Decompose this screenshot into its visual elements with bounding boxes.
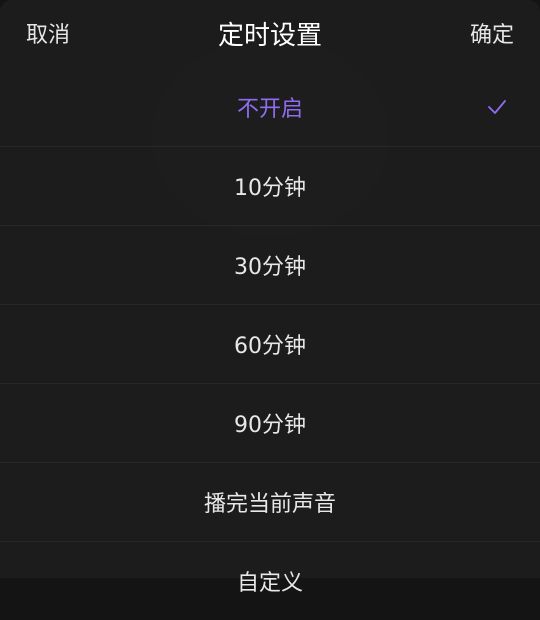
check-icon bbox=[488, 100, 506, 114]
option-custom[interactable]: 自定义 bbox=[0, 542, 540, 620]
confirm-button[interactable]: 确定 bbox=[470, 20, 514, 52]
option-label: 90分钟 bbox=[234, 413, 306, 438]
option-label: 自定义 bbox=[236, 571, 303, 596]
option-label: 不开启 bbox=[236, 97, 303, 122]
option-10-min[interactable]: 10分钟 bbox=[0, 147, 540, 226]
timer-options-list: 不开启 10分钟 30分钟 60分钟 90分钟 播完当前声音 自定义 bbox=[0, 68, 540, 620]
timer-settings-sheet: 取消 定时设置 确定 不开启 10分钟 30分钟 60分钟 90分钟 播完当前声… bbox=[0, 0, 540, 596]
sheet-title: 定时设置 bbox=[217, 21, 322, 51]
option-label: 播完当前声音 bbox=[203, 492, 336, 517]
option-label: 10分钟 bbox=[234, 176, 306, 201]
option-label: 60分钟 bbox=[234, 334, 306, 359]
option-label: 30分钟 bbox=[234, 255, 306, 280]
option-end-of-track[interactable]: 播完当前声音 bbox=[0, 463, 540, 542]
option-90-min[interactable]: 90分钟 bbox=[0, 384, 540, 463]
option-off[interactable]: 不开启 bbox=[0, 68, 540, 147]
sheet-header: 取消 定时设置 确定 bbox=[0, 0, 540, 72]
option-30-min[interactable]: 30分钟 bbox=[0, 226, 540, 305]
option-60-min[interactable]: 60分钟 bbox=[0, 305, 540, 384]
